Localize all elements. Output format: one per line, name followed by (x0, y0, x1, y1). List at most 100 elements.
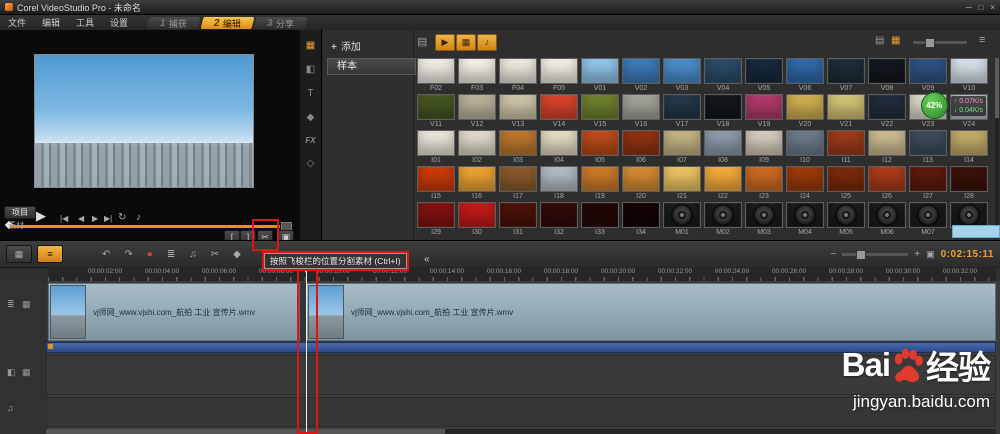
library-item-I04[interactable]: I04 (540, 130, 578, 165)
library-item-I19[interactable]: I19 (581, 166, 619, 201)
library-item-I31[interactable]: I31 (499, 202, 537, 237)
mode-clip-button[interactable]: 素材 (8, 220, 24, 231)
timeline-horizontal-scrollbar[interactable] (46, 429, 996, 434)
menu-item-3[interactable]: 工具 (68, 16, 102, 29)
library-item-I33[interactable]: I33 (581, 202, 619, 237)
library-item-I12[interactable]: I12 (868, 130, 906, 165)
library-item-M06[interactable]: M06 (868, 202, 906, 237)
library-item-I22[interactable]: I22 (704, 166, 742, 201)
library-item-I01[interactable]: I01 (417, 130, 455, 165)
library-item-V09[interactable]: V09 (909, 58, 947, 93)
sample-folder-item[interactable]: 样本 (327, 58, 416, 75)
library-item-I20[interactable]: I20 (622, 166, 660, 201)
thumbnail-size-slider[interactable] (913, 41, 967, 44)
library-item-I16[interactable]: I16 (458, 166, 496, 201)
library-item-V02[interactable]: V02 (622, 58, 660, 93)
auto-music-icon[interactable]: ♫ (189, 249, 197, 260)
library-item-F05[interactable]: F05 (540, 58, 578, 93)
library-item-V10[interactable]: V10 (950, 58, 988, 93)
library-item-I10[interactable]: I10 (786, 130, 824, 165)
library-item-I14[interactable]: I14 (950, 130, 988, 165)
library-item-I26[interactable]: I26 (868, 166, 906, 201)
library-item-V18[interactable]: V18 (704, 94, 742, 129)
library-item-I27[interactable]: I27 (909, 166, 947, 201)
timeline-zoom-slider[interactable] (842, 253, 908, 256)
library-item-V22[interactable]: V22 (868, 94, 906, 129)
redo-icon[interactable]: ↷ (124, 249, 132, 260)
menu-item-2[interactable]: 编辑 (34, 16, 68, 29)
library-item-I08[interactable]: I08 (704, 130, 742, 165)
library-item-V14[interactable]: V14 (540, 94, 578, 129)
library-item-I03[interactable]: I03 (499, 130, 537, 165)
library-item-V08[interactable]: V08 (868, 58, 906, 93)
media-library-icon[interactable]: ▦ (303, 40, 319, 51)
play-button[interactable]: ▶ (36, 208, 46, 224)
library-item-V07[interactable]: V07 (827, 58, 865, 93)
record-icon[interactable]: ● (147, 249, 153, 260)
library-item-V20[interactable]: V20 (786, 94, 824, 129)
storyboard-view-button[interactable]: ▦ (6, 245, 32, 263)
sound-mixer-icon[interactable]: ≣ (167, 249, 175, 260)
fit-project-button[interactable]: ▣ (926, 249, 935, 260)
close-button[interactable]: × (990, 3, 995, 12)
library-item-I24[interactable]: I24 (786, 166, 824, 201)
repeat-icon[interactable]: ↻ (118, 212, 126, 223)
title-icon[interactable]: T (303, 88, 319, 99)
chapter-marker-icon[interactable]: ◆ (233, 249, 241, 260)
library-item-I25[interactable]: I25 (827, 166, 865, 201)
library-item-V11[interactable]: V11 (417, 94, 455, 129)
step-back-button[interactable]: ◀ (78, 214, 84, 223)
library-item-V03[interactable]: V03 (663, 58, 701, 93)
library-item-V21[interactable]: V21 (827, 94, 865, 129)
step-tab-3[interactable]: 3分享 (254, 17, 308, 29)
timeline-clip-2[interactable]: vj师网_www.vjshi.com_航拍 工业 宣传片.wmv (306, 283, 996, 341)
library-item-V12[interactable]: V12 (458, 94, 496, 129)
menu-item-1[interactable]: 文件 (0, 16, 34, 29)
library-item-V01[interactable]: V01 (581, 58, 619, 93)
maximize-button[interactable]: □ (978, 3, 983, 12)
view-grid-button[interactable]: ▦ (891, 35, 900, 46)
library-item-M07[interactable]: M07 (909, 202, 947, 237)
step-tab-2[interactable]: 2编辑 (200, 17, 254, 29)
overlay-track-grid-icon[interactable]: ▦ (22, 367, 31, 378)
slider-knob[interactable] (925, 38, 935, 48)
undo-icon[interactable]: ↶ (102, 249, 110, 260)
transition-icon[interactable]: ◧ (303, 64, 319, 75)
library-item-I18[interactable]: I18 (540, 166, 578, 201)
library-item-I30[interactable]: I30 (458, 202, 496, 237)
library-item-F03[interactable]: F03 (458, 58, 496, 93)
minimize-button[interactable]: ─ (966, 3, 972, 12)
volume-icon[interactable]: ♪ (136, 212, 141, 223)
library-item-V04[interactable]: V04 (704, 58, 742, 93)
track-manager-icon[interactable]: ≣ (7, 299, 15, 310)
library-item-I11[interactable]: I11 (827, 130, 865, 165)
add-folder-button[interactable]: +添加 (331, 38, 361, 53)
motion-icon[interactable]: ◇ (303, 158, 319, 169)
video-track-icon[interactable]: ▦ (22, 299, 31, 310)
music-track-icon[interactable]: ♫ (7, 403, 14, 413)
split-timeline-icon[interactable]: ✂ (211, 249, 219, 260)
library-item-I17[interactable]: I17 (499, 166, 537, 201)
overlay-track-icon[interactable]: ◧ (7, 367, 16, 378)
menu-item-4[interactable]: 设置 (102, 16, 136, 29)
filter-photo-button[interactable]: ▦ (456, 34, 476, 51)
library-item-I32[interactable]: I32 (540, 202, 578, 237)
library-item-I05[interactable]: I05 (581, 130, 619, 165)
filter-video-button[interactable]: ▶ (435, 34, 455, 51)
timeline-view-button[interactable]: ≡ (37, 245, 63, 263)
library-item-I21[interactable]: I21 (663, 166, 701, 201)
library-item-V13[interactable]: V13 (499, 94, 537, 129)
gallery-scrollbar[interactable] (995, 58, 999, 232)
library-item-I23[interactable]: I23 (745, 166, 783, 201)
library-item-V05[interactable]: V05 (745, 58, 783, 93)
timeline-clip-1[interactable]: vj师网_www.vjshi.com_航拍 工业 宣传片.wmv (48, 283, 300, 341)
step-tab-1[interactable]: 1捕获 (147, 17, 201, 29)
library-item-V16[interactable]: V16 (622, 94, 660, 129)
end-button[interactable]: ▶| (104, 214, 112, 223)
zoom-knob[interactable] (856, 250, 866, 260)
zoom-out-button[interactable]: − (830, 249, 836, 260)
library-item-I13[interactable]: I13 (909, 130, 947, 165)
filter-audio-button[interactable]: ♪ (477, 34, 497, 51)
step-forward-button[interactable]: ▶ (92, 214, 98, 223)
library-options-icon[interactable]: ≡ (979, 34, 985, 46)
